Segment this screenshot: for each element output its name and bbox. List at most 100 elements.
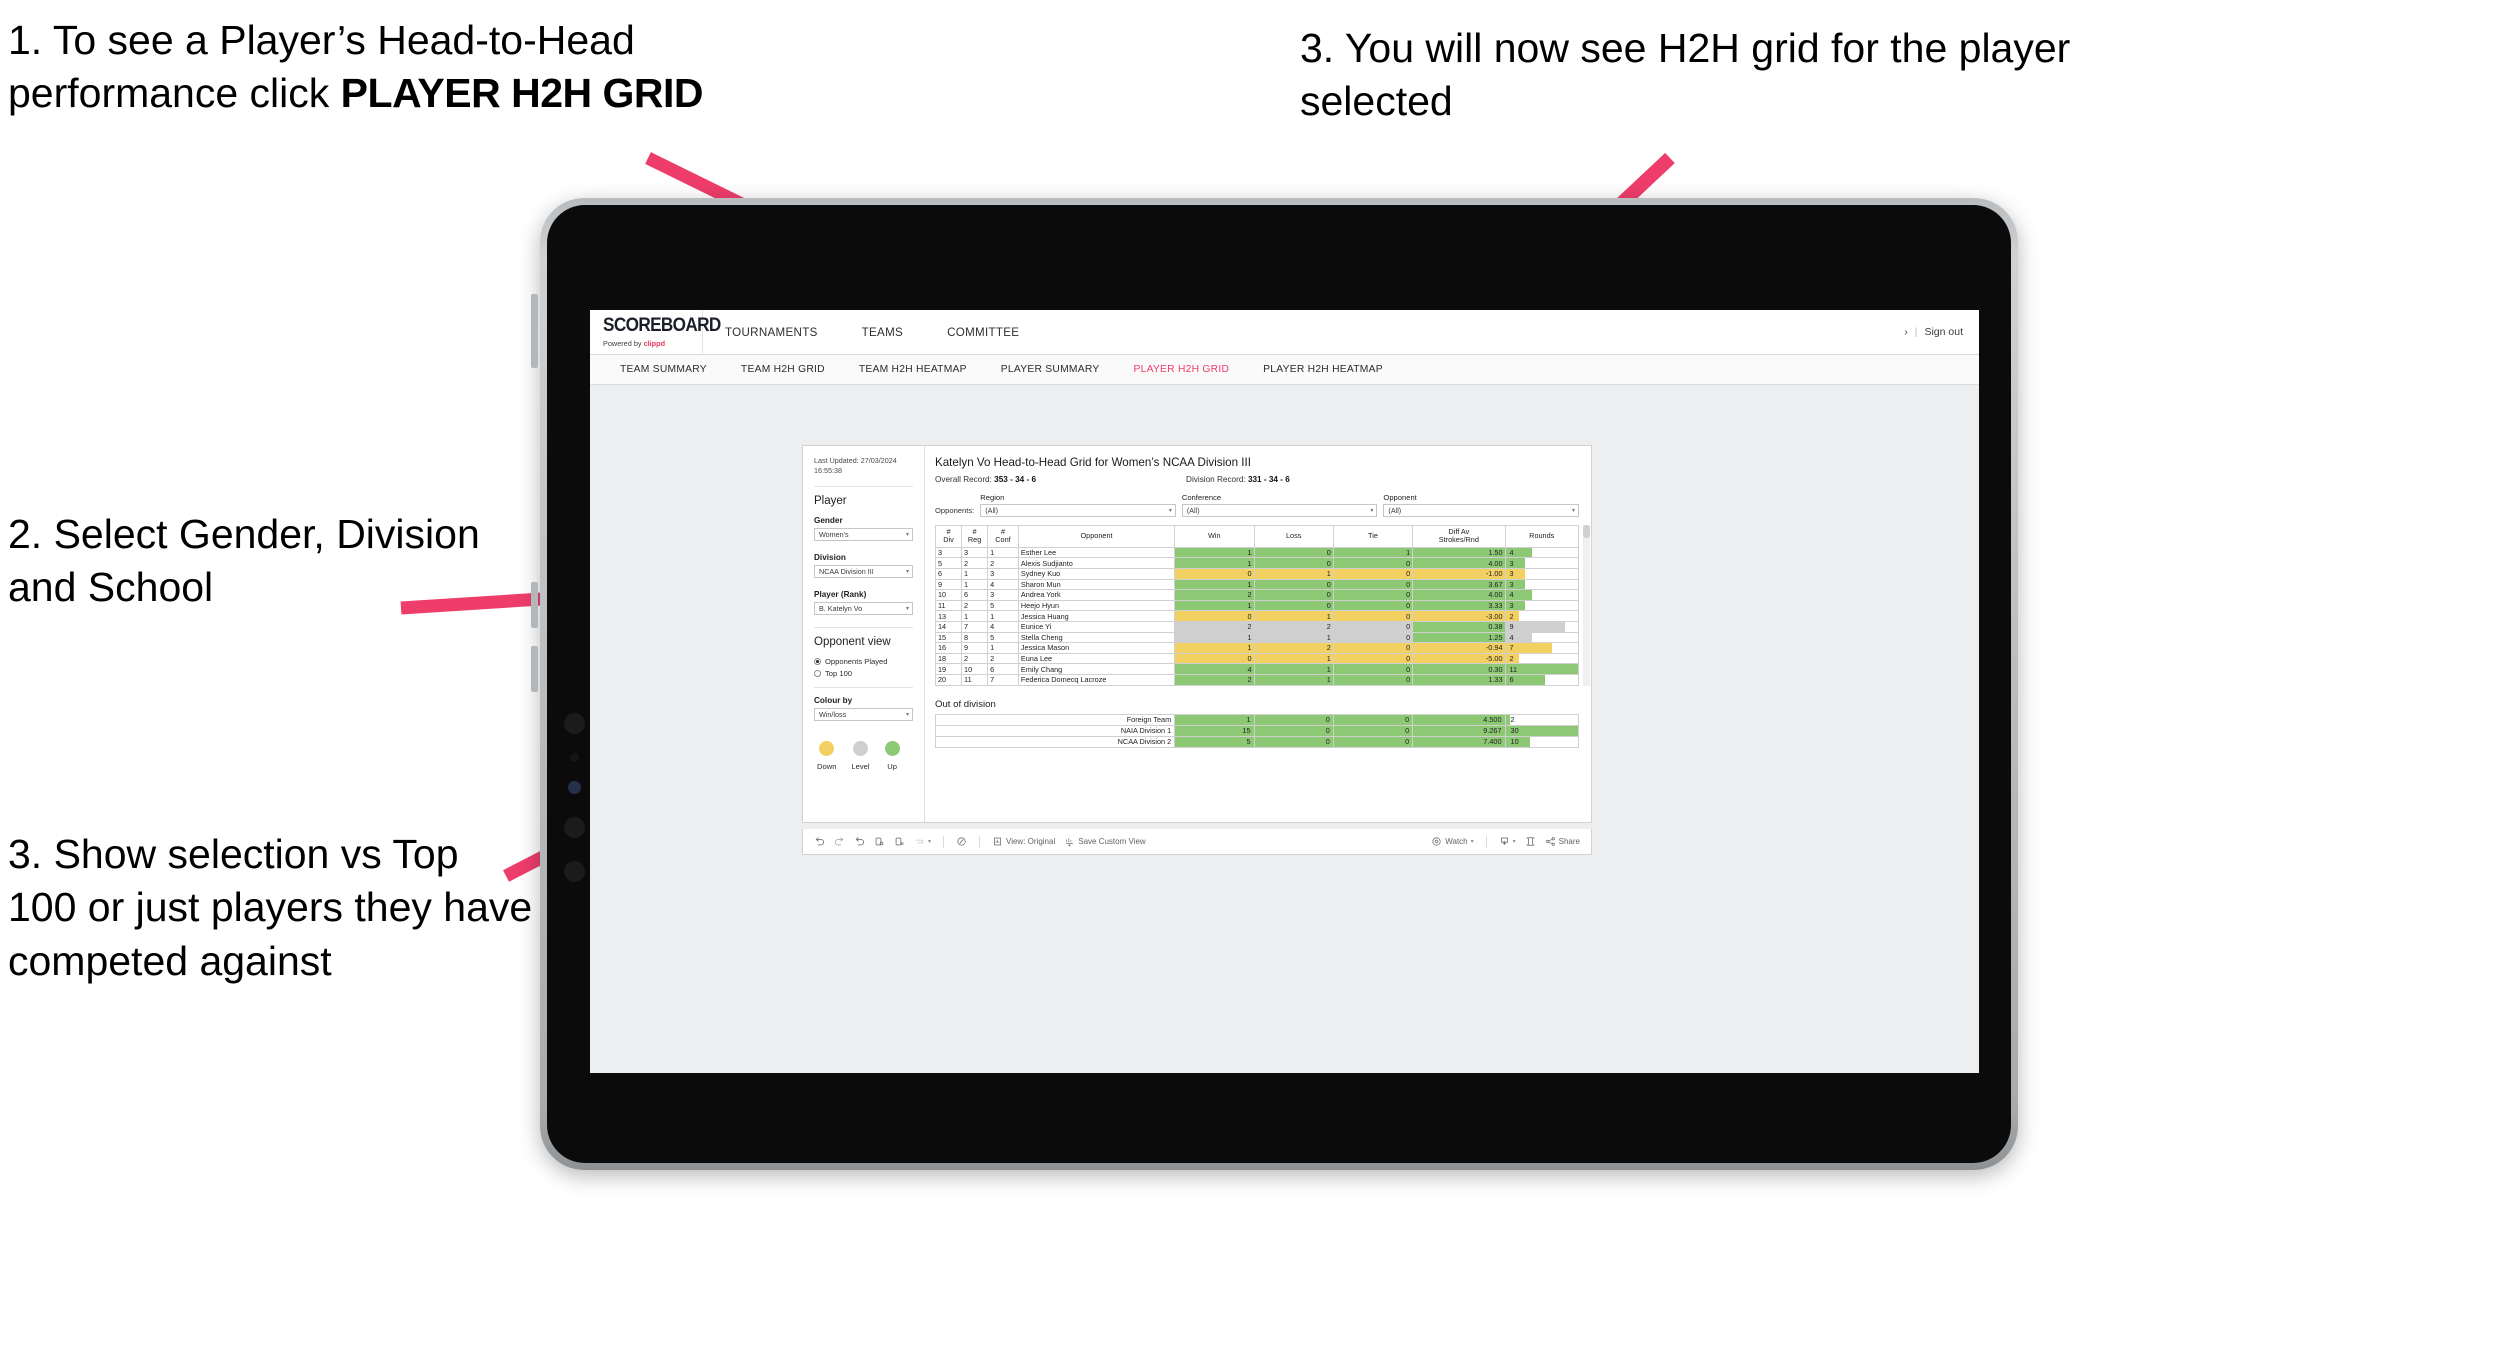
gender-filter-select[interactable]: Women's ▾: [814, 527, 913, 541]
cell-div: 18: [934, 652, 963, 665]
cell-rounds: 4: [1504, 631, 1580, 644]
cell-diff: 4.00: [1412, 557, 1506, 569]
table-row[interactable]: 19 10 6 Emily Chang 4 1 0 0.30 11: [934, 663, 1580, 675]
cell-loss: 1: [1253, 673, 1334, 686]
pause-updates-icon[interactable]: [894, 836, 905, 847]
last-updated-text: Last Updated: 27/03/2024 16:55:38: [814, 456, 897, 476]
pause-auto-update-icon[interactable]: [956, 836, 967, 847]
divider: [943, 835, 945, 848]
volume-down-button[interactable]: [531, 646, 538, 692]
chevron-right-icon[interactable]: ›: [1904, 326, 1908, 338]
colour-by-label: Colour by: [814, 695, 853, 705]
tab-team-summary[interactable]: TEAM SUMMARY: [603, 364, 724, 375]
cell-div: 5: [934, 557, 963, 569]
annotation-step-1-emphasis: PLAYER H2H GRID: [340, 70, 704, 117]
volume-up-button[interactable]: [531, 582, 538, 628]
table-row[interactable]: 3 3 1 Esther Lee 1 0 1 1.50 4: [934, 546, 1580, 559]
opponent-filter: Opponent (All) ▾: [1383, 493, 1579, 517]
topnav-item-teams[interactable]: TEAMS: [840, 310, 925, 354]
annotation-step-1: 1. To see a Player’s Head-to-Head perfor…: [8, 14, 748, 121]
division-filter-value: NCAA Division III: [819, 566, 874, 576]
topnav-item-committee[interactable]: COMMITTEE: [925, 310, 1041, 354]
view-original-button[interactable]: View: Original: [992, 836, 1055, 847]
cell-diff: 1.25: [1412, 631, 1506, 644]
table-row[interactable]: 14 7 4 Eunice Yi 2 2 0 0.38 9: [934, 620, 1580, 633]
view-original-toggle-icon[interactable]: ▾: [914, 836, 931, 847]
region-filter-select[interactable]: (All) ▾: [980, 504, 1176, 517]
cell-opponent: Heejo Hyun: [1017, 599, 1176, 612]
table-row[interactable]: 20 11 7 Federica Domecq Lacroze 2 1 0 1.33 6: [934, 673, 1580, 686]
table-row[interactable]: 5 2 2 Alexis Sudjianto 1 0 0 4.00 3: [934, 557, 1580, 569]
sign-out-link[interactable]: Sign out: [1924, 326, 1963, 338]
radio-top-100[interactable]: Top 100: [814, 669, 913, 678]
table-row[interactable]: Foreign Team 1 0 0 4.500 2: [934, 713, 1580, 726]
col-opponent: Opponent: [1017, 525, 1176, 548]
save-custom-view-button[interactable]: Save Custom View: [1064, 836, 1146, 847]
tab-player-h2h-grid[interactable]: PLAYER H2H GRID: [1116, 364, 1246, 375]
cell-win: 0: [1174, 610, 1255, 622]
table-row[interactable]: 16 9 1 Jessica Mason 1 2 0 -0.94 7: [934, 642, 1580, 654]
cell-reg: 8: [961, 631, 989, 644]
divider: [814, 626, 913, 628]
topnav-item-tournaments[interactable]: TOURNAMENTS: [703, 310, 840, 354]
table-row[interactable]: 18 2 2 Euna Lee 0 1 0 -5.00 2: [934, 652, 1580, 665]
legend-swatch-up-icon: [884, 740, 900, 756]
table-row[interactable]: NCAA Division 2 5 0 0 7.400 10: [934, 735, 1580, 748]
cell-loss: 2: [1253, 642, 1334, 654]
table-row[interactable]: 6 1 3 Sydney Kuo 0 1 0 -1.00 3: [934, 567, 1580, 580]
cell-loss: 1: [1253, 567, 1334, 580]
slide-canvas: 1. To see a Player’s Head-to-Head perfor…: [0, 0, 2512, 1352]
cell-div: 14: [934, 620, 963, 633]
watch-button[interactable]: Watch ▾: [1431, 836, 1474, 847]
cell-loss: 0: [1253, 557, 1334, 569]
undo-icon[interactable]: [814, 836, 825, 847]
tab-team-h2h-grid[interactable]: TEAM H2H GRID: [724, 364, 842, 375]
scrollbar-thumb[interactable]: [1583, 525, 1590, 538]
logo-brand-name: clippd: [643, 339, 666, 348]
conference-filter-select[interactable]: (All) ▾: [1181, 504, 1378, 517]
cell-diff: -5.00: [1412, 652, 1506, 665]
radio-opponents-played-label: Opponents Played: [825, 656, 888, 666]
table-row[interactable]: 9 1 4 Sharon Mun 1 0 0 3.67 3: [934, 578, 1580, 591]
out-of-division-table: Foreign Team 1 0 0 4.500 2 NAIA Division 1 15 0 0…: [934, 713, 1580, 748]
opponent-view-heading: Opponent view: [814, 635, 891, 648]
table-row[interactable]: 13 1 1 Jessica Huang 0 1 0 -3.00 2: [934, 610, 1580, 622]
app-logo[interactable]: SCOREBOARD Powered by clippd: [590, 310, 721, 354]
power-button[interactable]: [531, 294, 538, 368]
cell-diff: 0.30: [1412, 663, 1506, 675]
speaker-hole-icon: [564, 861, 585, 882]
colour-legend: Down Level Up: [814, 740, 913, 771]
redo-icon[interactable]: [834, 836, 845, 847]
grid-vertical-scrollbar[interactable]: [1583, 525, 1590, 686]
tab-player-summary[interactable]: PLAYER SUMMARY: [984, 364, 1117, 375]
table-row[interactable]: 15 8 5 Stella Cheng 1 1 0 1.25 4: [934, 631, 1580, 644]
rounds-value: 11: [1509, 664, 1518, 674]
division-filter-label: Division: [814, 552, 846, 562]
table-row[interactable]: NAIA Division 1 15 0 0 9.267 30: [934, 724, 1580, 737]
division-filter-select[interactable]: NCAA Division III ▾: [814, 564, 913, 578]
share-button[interactable]: Share: [1545, 836, 1580, 847]
player-rank-filter-select[interactable]: B. Katelyn Vo ▾: [814, 601, 913, 615]
table-row[interactable]: 11 2 5 Heejo Hyun 1 0 0 3.33 3: [934, 599, 1580, 612]
cell-win: 2: [1174, 620, 1255, 633]
revert-icon[interactable]: [854, 836, 865, 847]
tab-team-h2h-heatmap[interactable]: TEAM H2H HEATMAP: [842, 364, 984, 375]
download-button[interactable]: ▾: [1499, 836, 1516, 847]
cell-rounds: 3: [1504, 557, 1580, 569]
tab-player-h2h-heatmap[interactable]: PLAYER H2H HEATMAP: [1246, 364, 1400, 375]
cell-rounds: 11: [1504, 663, 1580, 675]
cell-reg: 1: [961, 567, 989, 580]
rounds-value: 2: [1509, 611, 1514, 621]
cell-reg: 1: [961, 610, 989, 622]
refresh-icon[interactable]: [874, 836, 885, 847]
cell-reg: 3: [961, 546, 989, 559]
cell-loss: 1: [1253, 631, 1334, 644]
opponent-filter-select[interactable]: (All) ▾: [1383, 504, 1579, 517]
table-row[interactable]: 10 6 3 Andrea York 2 0 0 4.00 4: [934, 589, 1580, 601]
device-preview-icon[interactable]: [1525, 836, 1536, 847]
radio-opponents-played[interactable]: Opponents Played: [814, 657, 913, 666]
region-filter-value: (All): [985, 506, 999, 515]
colour-by-select[interactable]: Win/loss ▾: [814, 707, 913, 721]
cell-opponent: Eunice Yi: [1017, 620, 1176, 633]
cell-reg: 1: [961, 578, 989, 591]
